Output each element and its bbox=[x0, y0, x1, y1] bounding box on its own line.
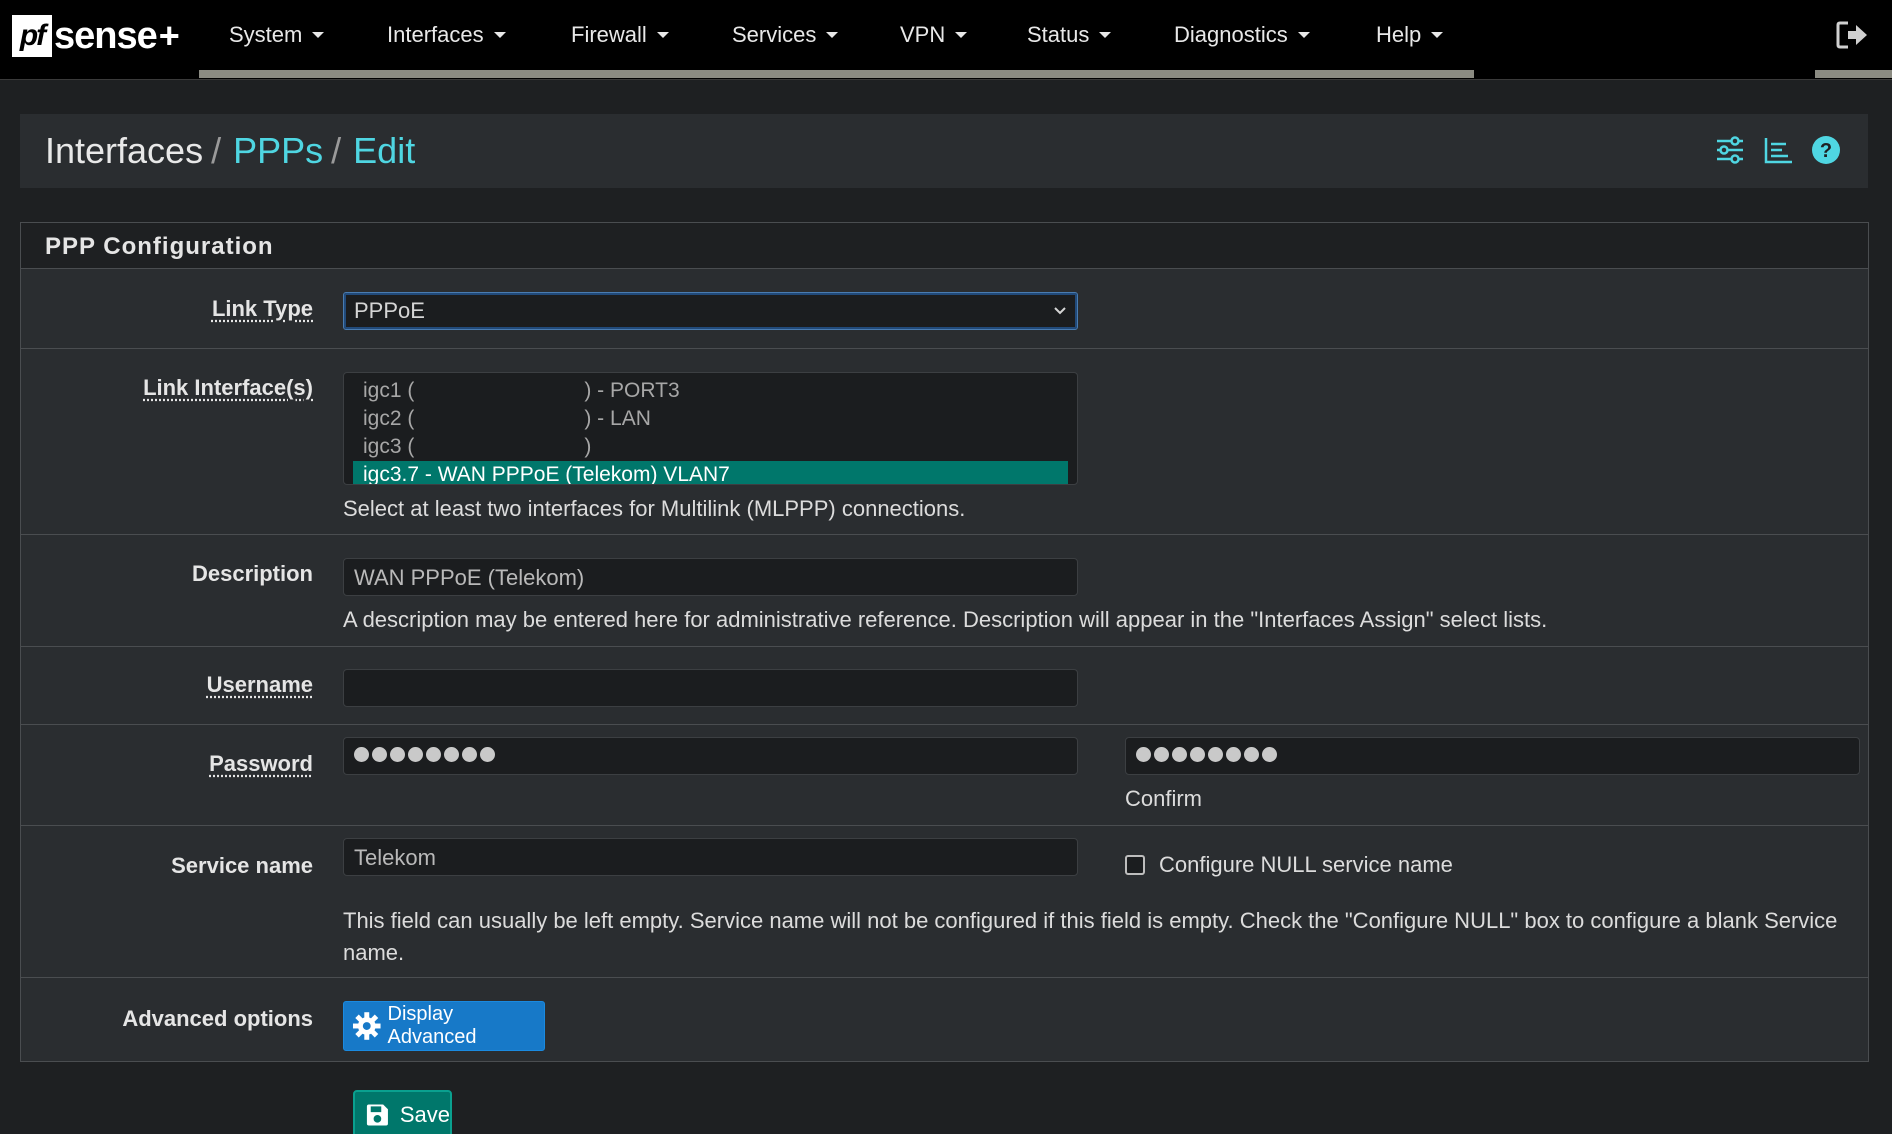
null-service-checkbox[interactable] bbox=[1125, 855, 1145, 875]
interface-option[interactable]: igc3 () bbox=[353, 433, 1068, 461]
breadcrumb-icons: ? bbox=[1714, 134, 1842, 166]
null-service-checkbox-group: Configure NULL service name bbox=[1125, 852, 1453, 878]
password-confirm-input[interactable] bbox=[1125, 737, 1860, 775]
nav-label: Status bbox=[1027, 22, 1090, 47]
breadcrumb-ppps-link[interactable]: PPPs bbox=[233, 130, 323, 172]
logout-icon[interactable] bbox=[1836, 20, 1870, 50]
top-navbar: pf sense + System Interfaces Firewall Se… bbox=[0, 0, 1892, 80]
nav-label: Interfaces bbox=[387, 22, 484, 47]
caret-down-icon bbox=[656, 32, 669, 38]
password-label: Password bbox=[209, 751, 313, 776]
row-link-type: Link Type PPPoE bbox=[21, 270, 1868, 349]
display-advanced-label: Display Advanced bbox=[387, 1003, 477, 1048]
link-type-select[interactable]: PPPoE bbox=[343, 292, 1078, 330]
nav-label: Firewall bbox=[571, 22, 647, 47]
password-input[interactable] bbox=[343, 737, 1078, 775]
redacted-mac bbox=[414, 380, 585, 403]
nav-firewall[interactable]: Firewall bbox=[571, 22, 669, 48]
nav-status[interactable]: Status bbox=[1027, 22, 1112, 48]
nav-interfaces[interactable]: Interfaces bbox=[387, 22, 506, 48]
description-input[interactable]: WAN PPPoE (Telekom) bbox=[343, 558, 1078, 596]
gear-icon bbox=[352, 1012, 381, 1040]
help-icon[interactable]: ? bbox=[1810, 134, 1842, 166]
null-service-checkbox-label: Configure NULL service name bbox=[1159, 852, 1453, 877]
service-name-help: This field can usually be left empty. Se… bbox=[343, 908, 1838, 965]
logo-plus: + bbox=[158, 15, 180, 56]
description-help: A description may be entered here for ad… bbox=[343, 607, 1548, 632]
pfsense-logo[interactable]: pf sense + bbox=[12, 14, 180, 58]
caret-down-icon bbox=[826, 32, 839, 38]
nav-label: Help bbox=[1376, 22, 1422, 47]
option-text: ) - LAN bbox=[584, 407, 651, 430]
caret-down-icon bbox=[1297, 32, 1310, 38]
row-service-name: Service name Telekom Configure NULL serv… bbox=[21, 826, 1868, 978]
option-text: igc1 ( bbox=[363, 379, 415, 402]
caret-down-icon bbox=[1431, 32, 1444, 38]
nav-label: System bbox=[229, 22, 303, 47]
ppp-configuration-panel: PPP Configuration Link Type PPPoE Link I… bbox=[20, 222, 1869, 1062]
description-label: Description bbox=[191, 561, 313, 586]
nav-diagnostics[interactable]: Diagnostics bbox=[1174, 22, 1310, 48]
confirm-label: Confirm bbox=[1125, 786, 1203, 811]
option-text: ) - PORT3 bbox=[584, 379, 680, 402]
chart-icon[interactable] bbox=[1762, 134, 1794, 166]
save-button[interactable]: Save bbox=[353, 1090, 452, 1134]
breadcrumb-separator: / bbox=[331, 130, 342, 171]
nav-active-underline-right bbox=[1815, 70, 1892, 78]
option-text: igc3 ( bbox=[363, 435, 415, 458]
link-interfaces-help: Select at least two interfaces for Multi… bbox=[343, 496, 966, 521]
interface-option[interactable]: igc2 ( ) - LAN bbox=[353, 405, 1068, 433]
breadcrumb: Interfaces / PPPs / Edit bbox=[45, 130, 415, 172]
username-input[interactable] bbox=[343, 669, 1078, 707]
interface-option[interactable]: igc1 ( ) - PORT3 bbox=[353, 377, 1068, 405]
row-password: Password Confirm bbox=[21, 725, 1868, 826]
nav-label: Diagnostics bbox=[1174, 22, 1288, 47]
advanced-options-label: Advanced options bbox=[122, 1006, 313, 1031]
row-description: Description WAN PPPoE (Telekom) A descri… bbox=[21, 535, 1868, 647]
link-type-value: PPPoE bbox=[354, 298, 425, 323]
nav-system[interactable]: System bbox=[229, 22, 325, 48]
logo-badge: pf bbox=[12, 15, 52, 57]
breadcrumb-edit-link[interactable]: Edit bbox=[353, 130, 415, 172]
redacted-mac bbox=[414, 436, 585, 459]
chevron-down-icon bbox=[1054, 307, 1066, 315]
save-label: Save bbox=[399, 1102, 450, 1127]
caret-down-icon bbox=[1099, 32, 1112, 38]
nav-active-underline bbox=[199, 70, 1474, 78]
panel-title: PPP Configuration bbox=[21, 223, 1868, 269]
caret-down-icon bbox=[955, 32, 968, 38]
sliders-icon[interactable] bbox=[1714, 134, 1746, 166]
nav-services[interactable]: Services bbox=[732, 22, 839, 48]
nav-help[interactable]: Help bbox=[1376, 22, 1444, 48]
logo-text: sense bbox=[54, 14, 158, 57]
interface-option-selected[interactable]: igc3.7 - WAN PPPoE (Telekom) VLAN7 bbox=[353, 461, 1068, 485]
row-link-interfaces: Link Interface(s) igc1 ( ) - PORT3 igc2 (… bbox=[21, 349, 1868, 535]
link-interfaces-label: Link Interface(s) bbox=[143, 375, 313, 400]
password-mask bbox=[354, 744, 1067, 762]
link-interfaces-listbox[interactable]: igc1 ( ) - PORT3 igc2 ( ) - LAN igc3 () ig… bbox=[343, 372, 1078, 485]
nav-label: VPN bbox=[900, 22, 946, 47]
option-text: igc2 ( bbox=[363, 407, 415, 430]
nav-label: Services bbox=[732, 22, 817, 47]
svg-text:?: ? bbox=[1820, 140, 1832, 162]
caret-down-icon bbox=[493, 32, 506, 38]
link-type-label: Link Type bbox=[211, 296, 313, 321]
breadcrumb-separator: / bbox=[211, 130, 222, 171]
row-username: Username bbox=[21, 647, 1868, 725]
nav-vpn[interactable]: VPN bbox=[900, 22, 968, 48]
redacted-mac bbox=[414, 408, 585, 431]
caret-down-icon bbox=[312, 32, 325, 38]
floppy-disk-icon bbox=[366, 1104, 388, 1126]
option-text: ) bbox=[584, 435, 592, 458]
row-advanced-options: Advanced options Display Advanced bbox=[21, 978, 1868, 1063]
display-advanced-button[interactable]: Display Advanced bbox=[343, 1001, 545, 1051]
service-name-input[interactable]: Telekom bbox=[343, 838, 1078, 876]
option-text: igc3.7 - WAN PPPoE (Telekom) VLAN7 bbox=[363, 463, 730, 485]
username-label: Username bbox=[206, 672, 313, 697]
breadcrumb-root: Interfaces bbox=[45, 130, 204, 171]
breadcrumb-bar: Interfaces / PPPs / Edit ? bbox=[20, 114, 1868, 188]
service-name-label: Service name bbox=[171, 853, 313, 878]
password-confirm-mask bbox=[1136, 744, 1849, 762]
